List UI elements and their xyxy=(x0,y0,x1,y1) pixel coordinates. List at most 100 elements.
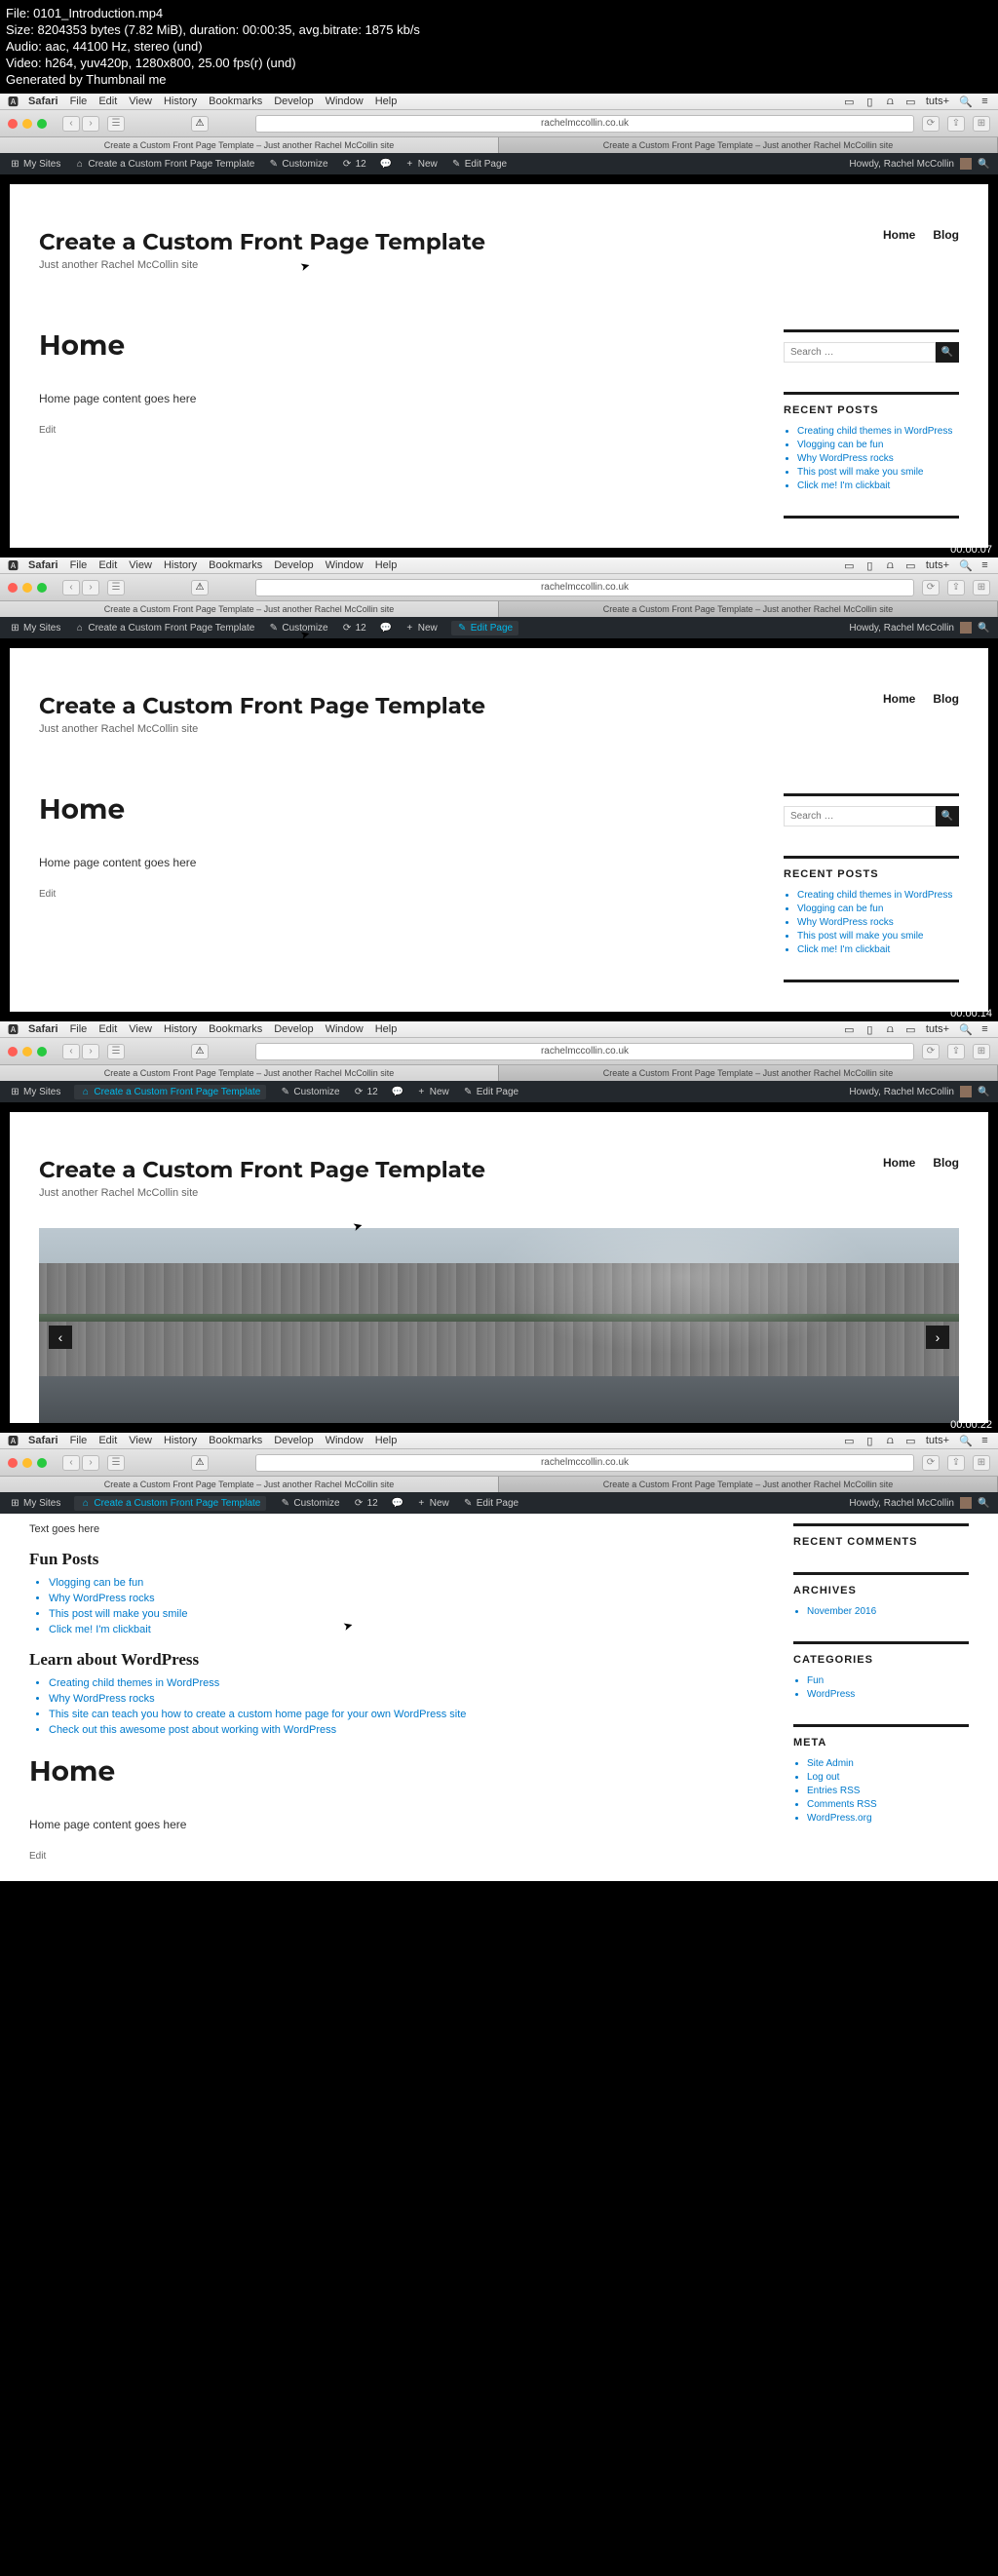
sidebar-toggle[interactable]: ☰ xyxy=(107,1455,125,1471)
wifi-icon[interactable]: ⩍ xyxy=(885,1435,896,1447)
tabs-button[interactable]: ⊞ xyxy=(973,1044,990,1059)
menu-develop[interactable]: Develop xyxy=(274,559,313,571)
close-window-icon[interactable] xyxy=(8,1458,18,1468)
search-icon[interactable]: 🔍 xyxy=(978,623,988,634)
ab-new[interactable]: +New xyxy=(416,1498,449,1509)
menu-history[interactable]: History xyxy=(164,96,197,107)
airplay-icon[interactable]: ▯ xyxy=(864,96,875,108)
menu-history[interactable]: History xyxy=(164,1435,197,1446)
edit-link[interactable]: Edit xyxy=(29,1851,754,1862)
battery-icon[interactable]: ▭ xyxy=(905,559,916,572)
menu-file[interactable]: File xyxy=(70,96,88,107)
airplay-icon[interactable]: ▯ xyxy=(864,1435,875,1447)
nav-home[interactable]: Home xyxy=(883,228,915,242)
nav-home[interactable]: Home xyxy=(883,1156,915,1170)
ab-sitename[interactable]: ⌂Create a Custom Front Page Template xyxy=(74,1085,266,1099)
user-name[interactable]: tuts+ xyxy=(926,96,949,107)
post-link[interactable]: Check out this awesome post about workin… xyxy=(49,1724,754,1736)
menu-edit[interactable]: Edit xyxy=(98,559,117,571)
share-button[interactable]: ⇪ xyxy=(947,1455,965,1471)
menu-file[interactable]: File xyxy=(70,559,88,571)
maximize-window-icon[interactable] xyxy=(37,1047,47,1057)
ab-sitename[interactable]: ⌂Create a Custom Front Page Template xyxy=(74,1496,266,1511)
menu-bookmarks[interactable]: Bookmarks xyxy=(209,1435,262,1446)
menu-bookmarks[interactable]: Bookmarks xyxy=(209,96,262,107)
post-link[interactable]: Creating child themes in WordPress xyxy=(49,1677,754,1689)
warning-icon[interactable]: ⚠ xyxy=(191,1044,209,1059)
menu-history[interactable]: History xyxy=(164,1023,197,1035)
ab-mysites[interactable]: ⊞My Sites xyxy=(10,623,60,634)
forward-button[interactable]: › xyxy=(82,1044,99,1059)
search-icon[interactable]: 🔍 xyxy=(978,159,988,170)
apple-logo-icon[interactable]: 🅰 xyxy=(8,1433,19,1448)
sidebar-toggle[interactable]: ☰ xyxy=(107,580,125,596)
display-icon[interactable]: ▭ xyxy=(844,1023,855,1036)
next-slide-button[interactable]: › xyxy=(926,1326,949,1349)
menu-icon[interactable]: ≡ xyxy=(979,1435,990,1446)
menu-help[interactable]: Help xyxy=(375,1435,398,1446)
ab-edit[interactable]: ✎Edit Page xyxy=(463,1498,518,1509)
ab-account[interactable]: Howdy, Rachel McCollin🔍 xyxy=(849,1086,988,1097)
ab-new[interactable]: +New xyxy=(416,1087,449,1097)
recent-post-link[interactable]: Why WordPress rocks xyxy=(797,453,959,464)
address-bar[interactable]: rachelmccollin.co.uk xyxy=(255,1454,914,1472)
recent-post-link[interactable]: This post will make you smile xyxy=(797,467,959,478)
user-name[interactable]: tuts+ xyxy=(926,1023,949,1035)
menu-develop[interactable]: Develop xyxy=(274,1435,313,1446)
recent-post-link[interactable]: Click me! I'm clickbait xyxy=(797,481,959,491)
back-button[interactable]: ‹ xyxy=(62,580,80,596)
forward-button[interactable]: › xyxy=(82,580,99,596)
minimize-window-icon[interactable] xyxy=(22,583,32,593)
app-name[interactable]: Safari xyxy=(28,1023,58,1035)
category-link[interactable]: WordPress xyxy=(807,1689,969,1700)
menu-develop[interactable]: Develop xyxy=(274,1023,313,1035)
browser-tab-2[interactable]: Create a Custom Front Page Template – Ju… xyxy=(499,1065,998,1081)
close-window-icon[interactable] xyxy=(8,1047,18,1057)
ab-new[interactable]: +New xyxy=(404,159,438,170)
minimize-window-icon[interactable] xyxy=(22,119,32,129)
display-icon[interactable]: ▭ xyxy=(844,96,855,108)
recent-post-link[interactable]: Vlogging can be fun xyxy=(797,904,959,914)
ab-sitename[interactable]: ⌂Create a Custom Front Page Template xyxy=(74,159,254,170)
browser-tab-1[interactable]: Create a Custom Front Page Template – Ju… xyxy=(0,601,499,617)
ab-comments[interactable]: 💬 xyxy=(392,1087,403,1097)
minimize-window-icon[interactable] xyxy=(22,1458,32,1468)
ab-comments[interactable]: 💬 xyxy=(380,159,391,170)
menu-window[interactable]: Window xyxy=(326,559,364,571)
post-link[interactable]: Why WordPress rocks xyxy=(49,1593,754,1604)
browser-tab-1[interactable]: Create a Custom Front Page Template – Ju… xyxy=(0,1477,499,1492)
reload-button[interactable]: ⟳ xyxy=(922,1455,940,1471)
tabs-button[interactable]: ⊞ xyxy=(973,116,990,132)
menu-icon[interactable]: ≡ xyxy=(979,559,990,571)
menu-help[interactable]: Help xyxy=(375,559,398,571)
recent-post-link[interactable]: Why WordPress rocks xyxy=(797,917,959,928)
minimize-window-icon[interactable] xyxy=(22,1047,32,1057)
ab-edit[interactable]: ✎Edit Page xyxy=(451,621,518,635)
browser-tab-1[interactable]: Create a Custom Front Page Template – Ju… xyxy=(0,137,499,153)
meta-link[interactable]: Comments RSS xyxy=(807,1799,969,1810)
recent-post-link[interactable]: This post will make you smile xyxy=(797,931,959,942)
menu-window[interactable]: Window xyxy=(326,96,364,107)
search-icon[interactable]: 🔍 xyxy=(978,1087,988,1097)
menu-edit[interactable]: Edit xyxy=(98,1435,117,1446)
search-input[interactable] xyxy=(784,342,936,363)
nav-blog[interactable]: Blog xyxy=(933,1156,959,1170)
menu-icon[interactable]: ≡ xyxy=(979,96,990,107)
menu-window[interactable]: Window xyxy=(326,1023,364,1035)
search-icon[interactable]: 🔍 xyxy=(959,96,970,108)
site-title[interactable]: Create a Custom Front Page Template xyxy=(39,1156,485,1183)
reload-button[interactable]: ⟳ xyxy=(922,116,940,132)
recent-post-link[interactable]: Vlogging can be fun xyxy=(797,440,959,450)
site-title[interactable]: Create a Custom Front Page Template xyxy=(39,228,485,255)
search-icon[interactable]: 🔍 xyxy=(959,1435,970,1447)
menu-file[interactable]: File xyxy=(70,1023,88,1035)
close-window-icon[interactable] xyxy=(8,583,18,593)
share-button[interactable]: ⇪ xyxy=(947,1044,965,1059)
wifi-icon[interactable]: ⩍ xyxy=(885,1023,896,1036)
ab-edit[interactable]: ✎Edit Page xyxy=(451,159,507,170)
display-icon[interactable]: ▭ xyxy=(844,559,855,572)
maximize-window-icon[interactable] xyxy=(37,583,47,593)
archive-link[interactable]: November 2016 xyxy=(807,1606,969,1617)
nav-home[interactable]: Home xyxy=(883,692,915,706)
post-link[interactable]: Click me! I'm clickbait xyxy=(49,1624,754,1635)
